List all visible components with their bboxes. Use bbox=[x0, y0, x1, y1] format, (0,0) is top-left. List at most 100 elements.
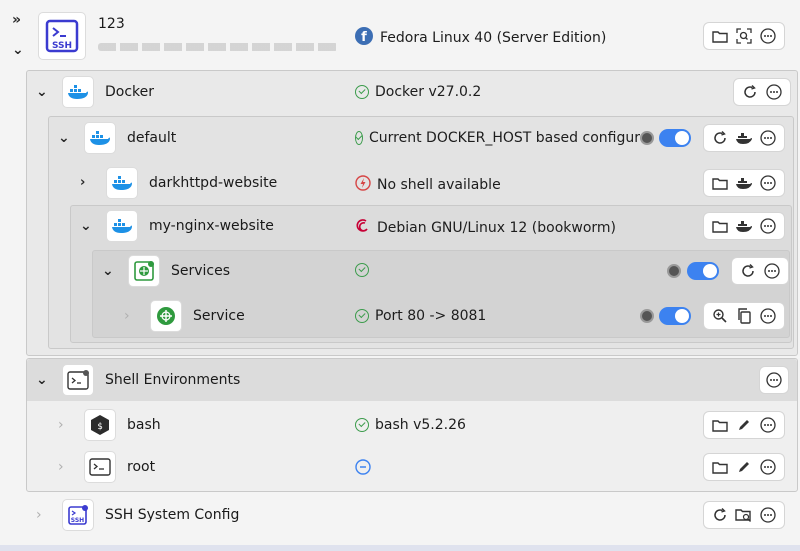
folder-icon[interactable] bbox=[711, 27, 729, 45]
bash-chevron-icon[interactable]: › bbox=[58, 417, 64, 433]
refresh-icon[interactable] bbox=[739, 262, 757, 280]
more-options-icon[interactable] bbox=[759, 27, 777, 45]
service-status-text: Port 80 -> 8081 bbox=[375, 308, 487, 324]
ssh-config-name: SSH System Config bbox=[105, 507, 240, 523]
default-chevron-icon[interactable]: ⌄ bbox=[58, 130, 70, 146]
root-status bbox=[355, 459, 371, 479]
more-options-icon[interactable] bbox=[765, 83, 783, 101]
pencil-icon[interactable] bbox=[735, 416, 753, 434]
service-icon bbox=[150, 300, 182, 332]
docker-icon bbox=[106, 210, 138, 242]
folder-icon[interactable] bbox=[711, 217, 729, 235]
more-options-icon[interactable] bbox=[759, 506, 777, 524]
bash-name: bash bbox=[127, 417, 161, 433]
service-toggle[interactable] bbox=[659, 307, 691, 325]
default-actions bbox=[703, 124, 785, 152]
check-circle-icon bbox=[355, 309, 369, 323]
service-status: Port 80 -> 8081 bbox=[355, 308, 486, 324]
more-options-icon[interactable] bbox=[759, 458, 777, 476]
root-chevron-icon[interactable]: › bbox=[58, 459, 64, 475]
default-toggle[interactable] bbox=[659, 129, 691, 147]
darkhttpd-name: darkhttpd-website bbox=[149, 175, 278, 191]
service-chevron-icon[interactable]: › bbox=[124, 308, 130, 324]
bottom-edge bbox=[0, 545, 800, 551]
status-dot-icon bbox=[640, 131, 654, 145]
host-name: 123 bbox=[98, 16, 125, 32]
docker-status-text: Docker v27.0.2 bbox=[375, 84, 482, 100]
docker-whale-icon[interactable] bbox=[735, 129, 753, 147]
blurred-address bbox=[98, 43, 338, 51]
docker-icon bbox=[62, 76, 94, 108]
debian-icon bbox=[355, 218, 371, 238]
docker-whale-icon[interactable] bbox=[735, 174, 753, 192]
nginx-status-text: Debian GNU/Linux 12 (bookworm) bbox=[377, 220, 617, 236]
default-status-text: Current DOCKER_HOST based configuration bbox=[369, 130, 645, 146]
ssh-config-icon: SSH bbox=[62, 499, 94, 531]
services-name: Services bbox=[171, 263, 231, 279]
host-status-text: Fedora Linux 40 (Server Edition) bbox=[380, 30, 607, 46]
more-options-icon[interactable] bbox=[759, 129, 777, 147]
host-actions bbox=[703, 22, 785, 50]
shell-environments-icon bbox=[62, 364, 94, 396]
error-bolt-icon bbox=[355, 175, 371, 195]
docker-chevron-icon[interactable]: ⌄ bbox=[36, 84, 48, 100]
services-toggle[interactable] bbox=[687, 262, 719, 280]
more-options-icon[interactable] bbox=[759, 307, 777, 325]
bash-icon: $ bbox=[84, 409, 116, 441]
collapse-chevron-icon[interactable]: ⌄ bbox=[12, 42, 24, 58]
bash-actions bbox=[703, 411, 785, 439]
nginx-status: Debian GNU/Linux 12 (bookworm) bbox=[355, 218, 616, 238]
host-status: f Fedora Linux 40 (Server Edition) bbox=[354, 26, 606, 50]
root-terminal-icon bbox=[84, 451, 116, 483]
services-status bbox=[355, 263, 369, 277]
copy-icon[interactable] bbox=[735, 307, 753, 325]
svg-text:$: $ bbox=[97, 422, 102, 432]
service-name: Service bbox=[193, 308, 245, 324]
darkhttpd-chevron-icon[interactable]: › bbox=[80, 175, 85, 191]
ssh-config-chevron-icon[interactable]: › bbox=[36, 507, 42, 523]
bash-status-text: bash v5.2.26 bbox=[375, 417, 466, 433]
more-options-icon[interactable] bbox=[763, 262, 781, 280]
check-circle-icon bbox=[355, 85, 369, 99]
status-dot-icon bbox=[667, 264, 681, 278]
minus-circle-icon bbox=[355, 459, 371, 479]
pencil-icon[interactable] bbox=[735, 458, 753, 476]
services-chevron-icon[interactable]: ⌄ bbox=[102, 263, 114, 279]
check-circle-icon bbox=[355, 418, 369, 432]
expand-all-icon[interactable]: » bbox=[12, 12, 21, 28]
folder-search-icon[interactable] bbox=[735, 506, 753, 524]
darkhttpd-status: No shell available bbox=[355, 175, 501, 195]
check-circle-icon bbox=[355, 263, 369, 277]
folder-icon[interactable] bbox=[711, 458, 729, 476]
services-actions bbox=[731, 257, 789, 285]
service-actions bbox=[703, 302, 785, 330]
more-options-icon[interactable] bbox=[765, 371, 783, 389]
refresh-icon[interactable] bbox=[711, 506, 729, 524]
shell-environments-chevron-icon[interactable]: ⌄ bbox=[36, 372, 48, 388]
root-name: root bbox=[127, 459, 156, 475]
nginx-chevron-icon[interactable]: ⌄ bbox=[80, 218, 92, 234]
scan-search-icon[interactable] bbox=[735, 27, 753, 45]
ssh-host-icon: SSH bbox=[38, 12, 86, 60]
shell-environments-actions bbox=[759, 366, 789, 394]
more-options-icon[interactable] bbox=[759, 174, 777, 192]
docker-status: Docker v27.0.2 bbox=[355, 84, 481, 100]
status-dot-icon bbox=[640, 309, 654, 323]
docker-actions bbox=[733, 78, 791, 106]
default-status: Current DOCKER_HOST based configuration bbox=[355, 130, 645, 146]
more-options-icon[interactable] bbox=[759, 217, 777, 235]
folder-icon[interactable] bbox=[711, 174, 729, 192]
darkhttpd-status-text: No shell available bbox=[377, 177, 501, 193]
fedora-icon: f bbox=[354, 26, 374, 50]
refresh-icon[interactable] bbox=[711, 129, 729, 147]
nginx-name: my-nginx-website bbox=[149, 218, 274, 234]
zoom-in-icon[interactable] bbox=[711, 307, 729, 325]
folder-icon[interactable] bbox=[711, 416, 729, 434]
docker-whale-icon[interactable] bbox=[735, 217, 753, 235]
shell-environments-name: Shell Environments bbox=[105, 372, 241, 388]
darkhttpd-actions bbox=[703, 169, 785, 197]
more-options-icon[interactable] bbox=[759, 416, 777, 434]
root-actions bbox=[703, 453, 785, 481]
check-circle-icon bbox=[355, 131, 363, 145]
refresh-icon[interactable] bbox=[741, 83, 759, 101]
